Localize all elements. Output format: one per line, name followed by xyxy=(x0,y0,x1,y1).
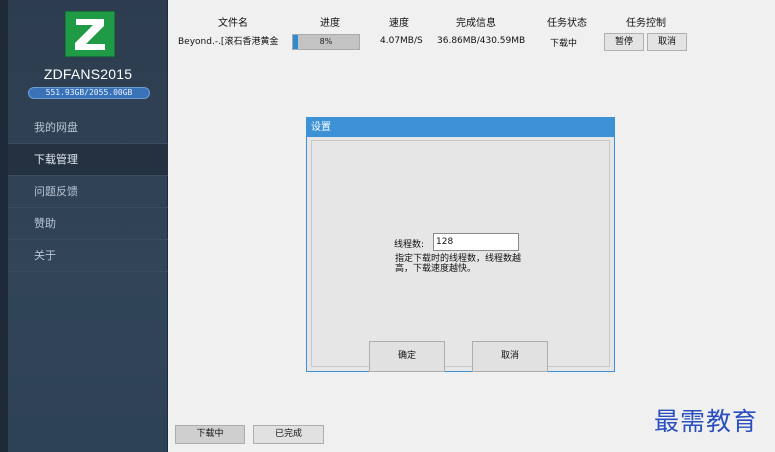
row-progress-bar: 8% xyxy=(292,34,360,50)
sidebar-menu: 我的网盘 下载管理 问题反馈 赞助 关于 xyxy=(8,112,168,272)
row-status: 下载中 xyxy=(550,39,578,49)
col-speed: 速度 xyxy=(389,18,409,29)
row-speed: 4.07MB/S xyxy=(380,36,423,46)
thread-count-hint: 指定下载时的线程数，线程数越高，下载速度越快。 xyxy=(395,254,522,274)
sidebar-item-about[interactable]: 关于 xyxy=(8,240,168,272)
progress-percent: 8% xyxy=(319,37,333,46)
col-progress: 进度 xyxy=(320,18,340,29)
sidebar-item-sponsor[interactable]: 赞助 xyxy=(8,208,168,240)
dialog-body: 线程数: 128 指定下载时的线程数，线程数越高，下载速度越快。 确定 取消 xyxy=(311,140,610,372)
table-row[interactable]: Beyond.-.[滚石香港黄金 8% 4.07MB/S 36.86MB/430… xyxy=(170,33,730,51)
tab-completed[interactable]: 已完成 xyxy=(253,425,324,444)
pause-button[interactable]: 暂停 xyxy=(604,33,644,51)
ok-button[interactable]: 确定 xyxy=(369,341,445,372)
storage-quota-badge: 551.93GB/2055.00GB xyxy=(28,87,150,99)
thread-count-label: 线程数: xyxy=(394,240,425,250)
dialog-cancel-button[interactable]: 取消 xyxy=(472,341,548,372)
col-status: 任务状态 xyxy=(547,18,587,29)
z-logo-icon xyxy=(75,19,105,50)
row-done-info: 36.86MB/430.59MB xyxy=(437,36,526,46)
sidebar-item-my-disk[interactable]: 我的网盘 xyxy=(8,112,168,144)
app-name: ZDFANS2015 xyxy=(43,66,133,82)
app-logo xyxy=(65,11,115,57)
sidebar-edge xyxy=(0,0,8,452)
row-filename: Beyond.-.[滚石香港黄金 xyxy=(178,37,279,47)
dialog-title: 设置 xyxy=(307,118,614,137)
sidebar-item-download-manager[interactable]: 下载管理 xyxy=(8,144,168,176)
thread-count-input[interactable]: 128 xyxy=(433,233,519,251)
col-filename: 文件名 xyxy=(218,18,248,29)
col-control: 任务控制 xyxy=(626,18,666,29)
download-table-header: 文件名 进度 速度 完成信息 任务状态 任务控制 xyxy=(170,14,730,29)
cancel-task-button[interactable]: 取消 xyxy=(647,33,687,51)
sidebar: ZDFANS2015 551.93GB/2055.00GB 我的网盘 下载管理 … xyxy=(0,0,168,452)
settings-dialog: 设置 线程数: 128 指定下载时的线程数，线程数越高，下载速度越快。 确定 取… xyxy=(306,117,615,372)
col-done-info: 完成信息 xyxy=(456,18,496,29)
tab-downloading[interactable]: 下载中 xyxy=(175,425,245,444)
sidebar-item-feedback[interactable]: 问题反馈 xyxy=(8,176,168,208)
watermark: 最需教育 xyxy=(654,407,759,436)
